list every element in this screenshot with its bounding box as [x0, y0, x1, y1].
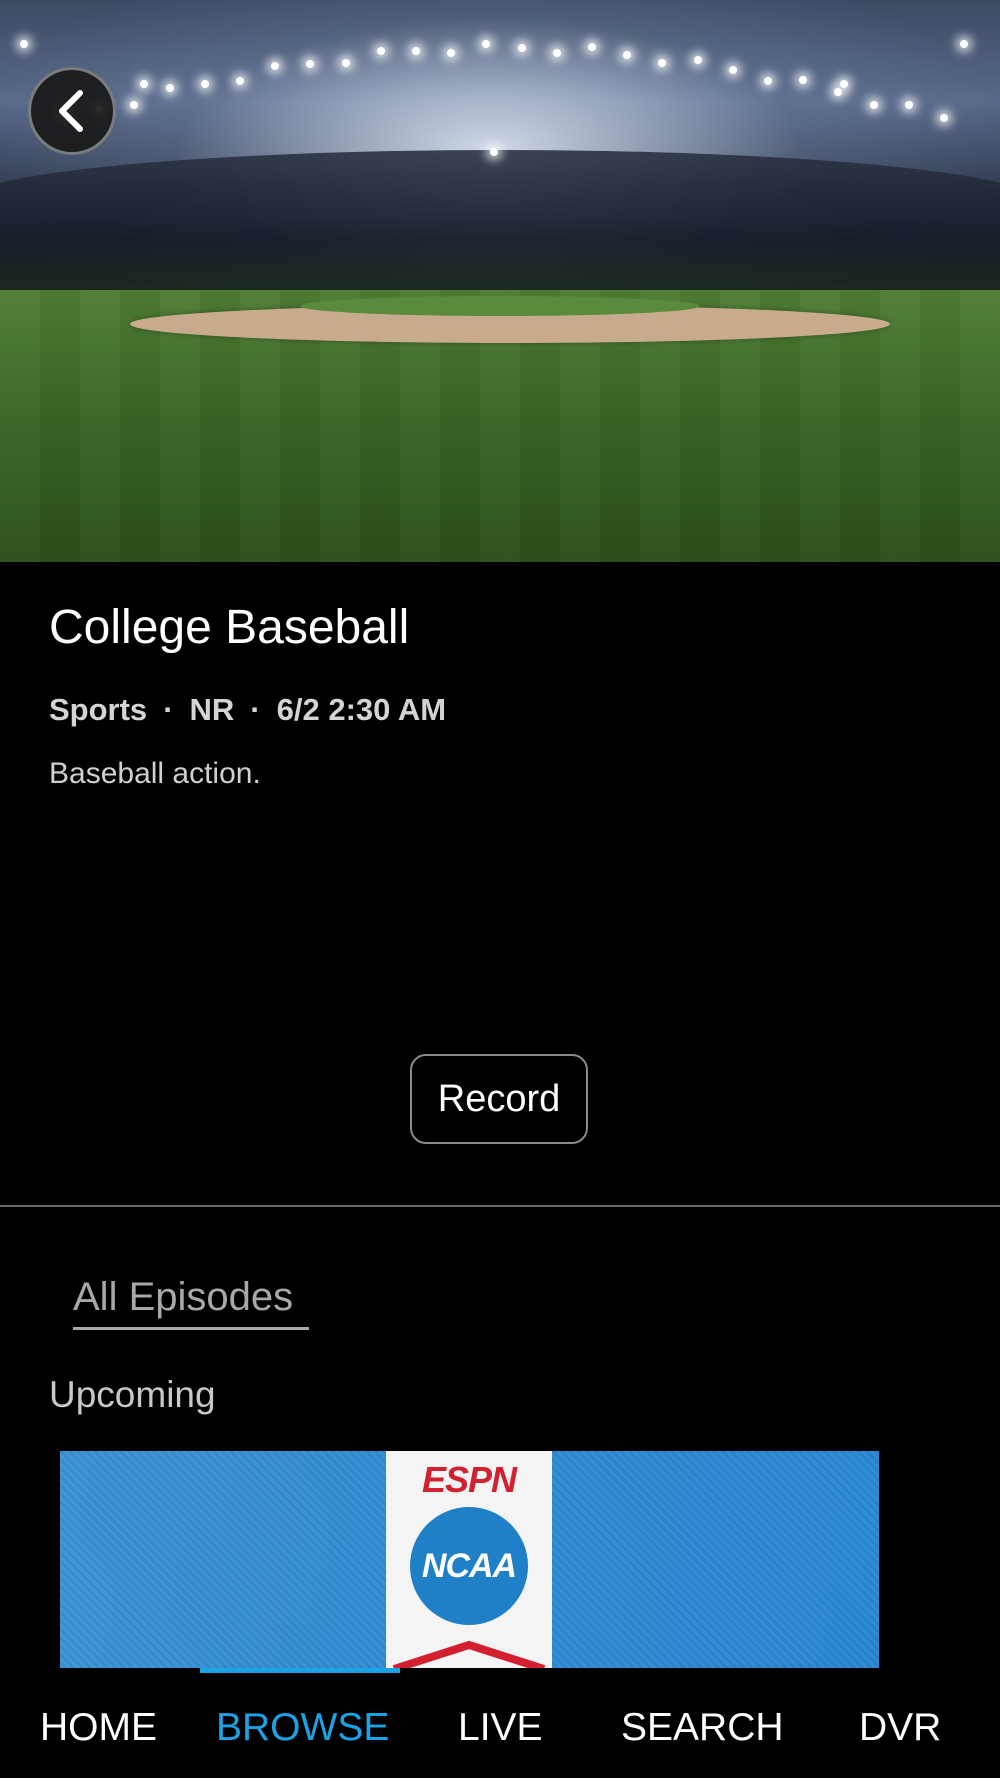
stadium-light	[869, 100, 878, 109]
hero-image	[0, 0, 1000, 562]
tab-underline	[73, 1327, 309, 1330]
airtime-label: 6/2 2:30 AM	[276, 692, 447, 727]
stadium-light	[412, 47, 420, 56]
stadium-light	[341, 58, 350, 67]
stadium-light	[799, 76, 808, 85]
stadium-light	[728, 66, 737, 75]
tab-all-episodes[interactable]: All Episodes	[73, 1275, 293, 1320]
program-meta: Sports · NR · 6/2 2:30 AM	[49, 692, 446, 728]
stadium-light	[271, 62, 280, 71]
stadium-light	[658, 58, 667, 67]
stadium-light	[140, 80, 148, 88]
stadium-light	[517, 44, 526, 53]
nav-home[interactable]: HOME	[40, 1706, 157, 1750]
stadium-stands	[0, 150, 1000, 300]
upcoming-heading: Upcoming	[49, 1374, 216, 1415]
back-button[interactable]	[28, 67, 116, 155]
meta-separator: ·	[250, 692, 261, 727]
stadium-light	[552, 49, 561, 58]
stadium-light	[588, 43, 596, 52]
stadium-light	[623, 50, 632, 59]
genre-label: Sports	[49, 692, 148, 727]
ncaa-logo: NCAA	[410, 1507, 528, 1625]
stadium-light	[200, 80, 209, 89]
stadium-light	[306, 60, 315, 69]
nav-active-indicator	[200, 1668, 400, 1673]
stadium-light	[840, 80, 848, 88]
banner-chevron	[392, 1640, 546, 1669]
stadium-light	[960, 40, 968, 48]
stadium-light	[693, 56, 702, 65]
program-title: College Baseball	[49, 601, 410, 654]
stadium-light	[940, 114, 948, 122]
nav-live[interactable]: LIVE	[458, 1706, 543, 1750]
stadium-light	[834, 88, 843, 97]
record-button[interactable]: Record	[410, 1054, 588, 1144]
chevron-left-icon	[59, 90, 83, 132]
infield-grass	[300, 296, 700, 316]
nav-search[interactable]: SEARCH	[621, 1706, 784, 1750]
stadium-light	[20, 40, 28, 48]
stadium-light	[490, 148, 498, 156]
stadium-light	[482, 40, 491, 49]
stadium-light	[447, 49, 456, 58]
stadium-light	[236, 76, 244, 85]
stadium-light	[376, 46, 385, 55]
stadium-light	[130, 100, 139, 109]
bottom-nav: HOME BROWSE LIVE SEARCH DVR	[0, 1668, 1000, 1778]
program-description: Baseball action.	[49, 757, 261, 790]
stadium-light	[165, 84, 174, 93]
stadium-light	[764, 76, 772, 85]
espn-ncaa-banner: ESPN NCAA	[386, 1451, 552, 1669]
ncaa-logo-text: NCAA	[421, 1546, 517, 1585]
meta-separator: ·	[163, 692, 174, 727]
section-divider	[0, 1205, 1000, 1207]
rating-label: NR	[189, 692, 235, 727]
stadium-light	[904, 101, 913, 110]
nav-browse[interactable]: BROWSE	[216, 1706, 389, 1750]
espn-logo: ESPN	[421, 1459, 517, 1500]
episode-thumbnail[interactable]: ESPN NCAA	[60, 1451, 879, 1669]
nav-dvr[interactable]: DVR	[859, 1706, 941, 1750]
